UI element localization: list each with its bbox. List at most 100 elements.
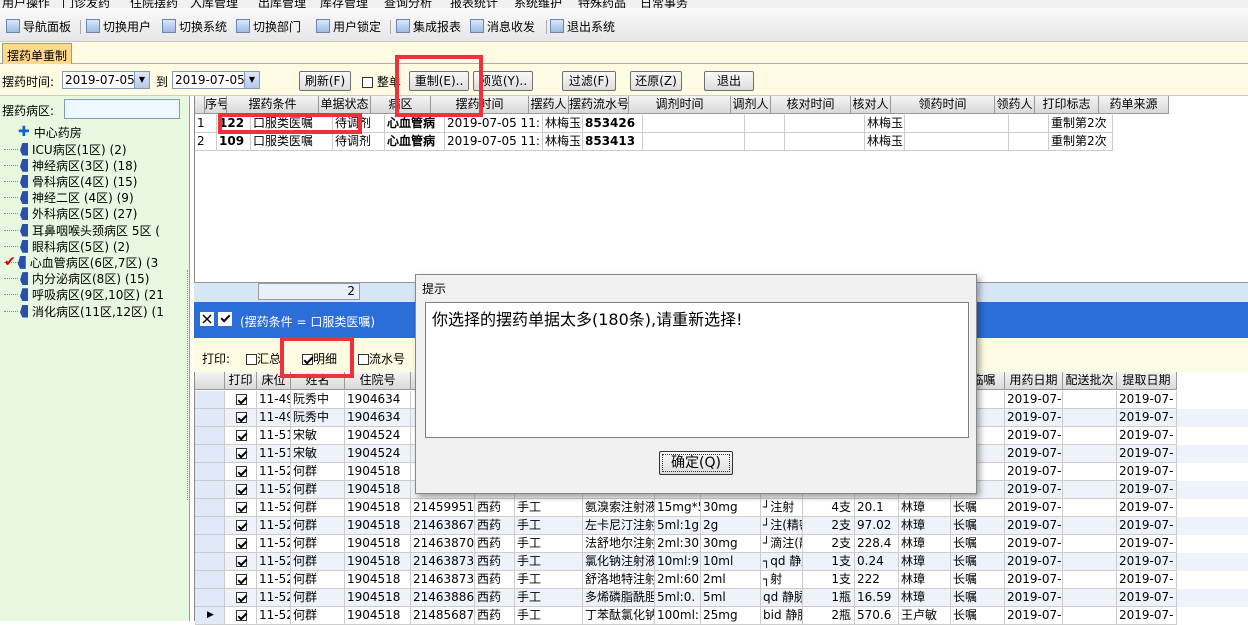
- toolbar-exit-system-button[interactable]: 退出系统: [550, 17, 615, 35]
- toolbar-integrated-report-button[interactable]: 集成报表: [396, 17, 461, 35]
- table-row[interactable]: 11-52 何群 1904518 21463870 西药 手工 法舒地尔注射 2ml:30 30…: [195, 535, 1248, 553]
- dropdown-arrow-icon[interactable]: ▼: [244, 72, 259, 88]
- refresh-button[interactable]: 刷新(F): [299, 71, 351, 91]
- print-cell[interactable]: [225, 553, 257, 571]
- checkbox-icon[interactable]: [362, 77, 373, 88]
- column-header[interactable]: 领药人: [995, 96, 1035, 114]
- print-cell[interactable]: [225, 607, 257, 625]
- menu-item[interactable]: 出库管理: [258, 0, 306, 8]
- table-row[interactable]: 11-52 何群 1904518 21459951 西药 手工 氨溴索注射液 15mg*5 30…: [195, 499, 1248, 517]
- print-cell[interactable]: [225, 409, 257, 427]
- row-print-checkbox[interactable]: [236, 448, 247, 459]
- toolbar-switch-department-button[interactable]: 切换部门: [236, 17, 301, 35]
- row-print-checkbox[interactable]: [236, 520, 247, 531]
- menu-item[interactable]: 系统维护: [514, 0, 562, 8]
- row-print-checkbox[interactable]: [236, 430, 247, 441]
- column-header[interactable]: 住院号: [345, 372, 411, 390]
- checkbox-icon[interactable]: [358, 354, 369, 365]
- toolbar-switch-user-button[interactable]: 切换用户: [86, 17, 151, 35]
- print-cell[interactable]: [225, 391, 257, 409]
- checkbox-icon[interactable]: [246, 354, 257, 365]
- dropdown-arrow-icon[interactable]: ▼: [134, 72, 149, 88]
- filter-enable-checkbox[interactable]: [218, 312, 232, 326]
- menu-item[interactable]: 住院摆药: [130, 0, 178, 8]
- table-row[interactable]: 11-52 何群 1904518 21463873 西药 手工 氯化钠注射液 10ml:9 10…: [195, 553, 1248, 571]
- date-from-picker[interactable]: 2019-07-05 ▼: [62, 71, 150, 89]
- menu-item[interactable]: 库存管理: [320, 0, 368, 8]
- menu-item[interactable]: 日常事务: [640, 0, 688, 8]
- ward-tree-item[interactable]: 耳鼻咽喉头颈病区 5区 (: [4, 222, 160, 238]
- toolbar-switch-system-button[interactable]: 切换系统: [162, 17, 227, 35]
- ward-search-input[interactable]: [64, 99, 180, 119]
- ward-tree-item[interactable]: 外科病区(5区) (27): [4, 206, 137, 222]
- row-print-checkbox[interactable]: [236, 574, 247, 585]
- panel-splitter[interactable]: [187, 270, 192, 500]
- print-cell[interactable]: [225, 499, 257, 517]
- menu-item[interactable]: 入库管理: [190, 0, 238, 8]
- table-row[interactable]: 11-52 何群 1904518 21463873 西药 手工 舒洛地特注射 2ml:60 2m…: [195, 571, 1248, 589]
- column-header[interactable]: 核对时间: [771, 96, 851, 114]
- menu-item[interactable]: 报表统计: [450, 0, 498, 8]
- column-header[interactable]: 提取日期: [1117, 372, 1177, 390]
- row-print-checkbox[interactable]: [236, 484, 247, 495]
- print-cell[interactable]: [225, 517, 257, 535]
- toolbar-message-button[interactable]: 消息收发: [470, 17, 535, 35]
- column-header[interactable]: 调剂时间: [629, 96, 731, 114]
- print-cell[interactable]: [225, 445, 257, 463]
- ward-tree-item[interactable]: 消化病区(11区,12区) (1: [4, 303, 164, 319]
- clear-filter-icon[interactable]: [200, 312, 214, 326]
- print-cell[interactable]: [225, 463, 257, 481]
- ward-tree-item[interactable]: 神经病区(3区) (18): [4, 157, 137, 173]
- row-print-checkbox[interactable]: [236, 538, 247, 549]
- column-header[interactable]: 摆药条件: [227, 96, 319, 114]
- exit-button[interactable]: 退出: [704, 71, 754, 91]
- filter-button[interactable]: 过滤(F): [562, 71, 616, 91]
- row-print-checkbox[interactable]: [236, 394, 247, 405]
- ward-tree-item[interactable]: 呼吸病区(9区,10区) (21: [4, 287, 164, 303]
- row-print-checkbox[interactable]: [236, 610, 247, 621]
- table-row[interactable]: 11-52 何群 1904518 21463886 西药 手工 多烯磷脂酰胆 5ml:0. 5m…: [195, 589, 1248, 607]
- table-row[interactable]: ▶ 11-52 何群 1904518 21485687 西药 手工 丁苯酞氯化钠 100ml: 2…: [195, 607, 1248, 625]
- ward-tree-item[interactable]: 骨科病区(4区) (15): [4, 173, 137, 189]
- ward-tree-item[interactable]: 眼科病区(5区) (2): [4, 238, 130, 254]
- row-print-checkbox[interactable]: [236, 502, 247, 513]
- restore-button[interactable]: 还原(Z): [630, 71, 682, 91]
- tree-root-central-pharmacy[interactable]: ✚ 中心药房: [18, 124, 82, 140]
- column-header[interactable]: 单据状态: [319, 96, 371, 114]
- menu-item[interactable]: 用户操作: [2, 0, 50, 8]
- serial-checkbox[interactable]: 流水号: [358, 350, 405, 367]
- column-header[interactable]: 摆药人: [529, 96, 569, 114]
- print-cell[interactable]: [225, 571, 257, 589]
- toolbar-user-lock-button[interactable]: 用户锁定: [316, 17, 381, 35]
- print-cell[interactable]: [225, 481, 257, 499]
- column-header[interactable]: 领药时间: [891, 96, 995, 114]
- print-cell[interactable]: [225, 535, 257, 553]
- menu-item[interactable]: 门诊发药: [62, 0, 110, 8]
- row-print-checkbox[interactable]: [236, 592, 247, 603]
- table-row[interactable]: 11-52 何群 1904518 21463867 西药 手工 左卡尼汀注射 5ml:1g 2g…: [195, 517, 1248, 535]
- row-print-checkbox[interactable]: [236, 466, 247, 477]
- print-cell[interactable]: [225, 427, 257, 445]
- column-header[interactable]: 摆药流水号: [569, 96, 629, 114]
- ward-tree-item[interactable]: 神经二区 (4区) (9): [4, 190, 134, 206]
- ward-tree-item[interactable]: ✔ 心血管病区(6区,7区) (3: [4, 254, 158, 270]
- ok-button[interactable]: 确定(Q): [659, 451, 733, 475]
- ward-tree-item[interactable]: 内分泌病区(8区) (15): [4, 271, 149, 287]
- menu-item[interactable]: 查询分析: [384, 0, 432, 8]
- ward-tree-item[interactable]: ICU病区(1区) (2): [4, 141, 127, 157]
- row-print-checkbox[interactable]: [236, 556, 247, 567]
- column-header[interactable]: 药单来源: [1099, 96, 1169, 114]
- row-print-checkbox[interactable]: [236, 412, 247, 423]
- table-row[interactable]: 2 109 口服类医嘱 待调剂 心血管病 2019-07-05 11: 林梅玉 853413 林…: [195, 133, 1248, 151]
- column-header[interactable]: 配送批次: [1063, 372, 1117, 390]
- column-header[interactable]: 打印标志: [1035, 96, 1099, 114]
- date-to-picker[interactable]: 2019-07-05 ▼: [172, 71, 260, 89]
- column-header[interactable]: 核对人: [851, 96, 891, 114]
- toolbar-navigation-panel-button[interactable]: 导航面板: [6, 17, 71, 35]
- print-cell[interactable]: [225, 589, 257, 607]
- column-header[interactable]: 调剂人: [731, 96, 771, 114]
- column-header[interactable]: 打印: [225, 372, 257, 390]
- menu-item[interactable]: 特殊药品: [578, 0, 626, 8]
- column-header[interactable]: 序号: [205, 96, 227, 114]
- summary-checkbox[interactable]: 汇总: [246, 350, 281, 367]
